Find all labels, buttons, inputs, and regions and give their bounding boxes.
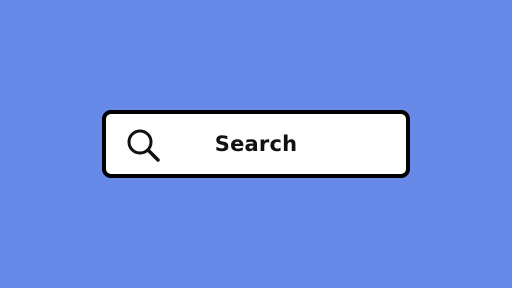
page-background: Search [0, 0, 512, 288]
search-label: Search [214, 132, 298, 156]
search-bar[interactable]: Search [102, 110, 410, 178]
